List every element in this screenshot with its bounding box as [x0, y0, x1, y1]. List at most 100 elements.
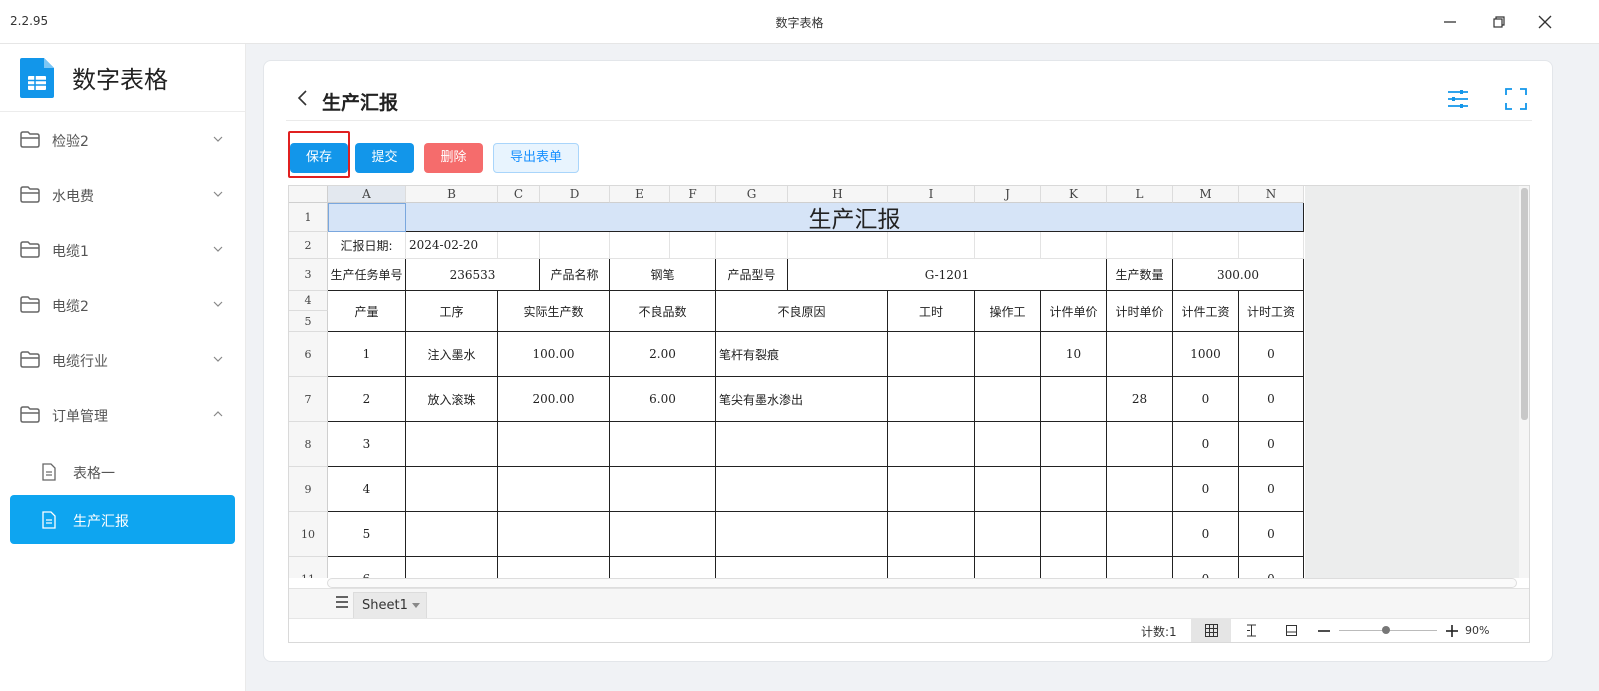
data-cell[interactable]	[975, 467, 1041, 512]
zoom-in-icon[interactable]	[1445, 624, 1459, 638]
data-cell[interactable]: 0	[1239, 377, 1304, 422]
table-header-cell[interactable]: 不良原因	[716, 291, 888, 332]
column-header[interactable]: J	[975, 186, 1041, 203]
date-label-cell[interactable]: 汇报日期:	[328, 232, 406, 259]
selected-cell-a1[interactable]	[328, 203, 406, 232]
data-cell[interactable]	[975, 332, 1041, 377]
data-cell[interactable]: 2	[328, 377, 406, 422]
data-cell[interactable]: 5	[328, 512, 406, 557]
column-header[interactable]: K	[1041, 186, 1107, 203]
column-header[interactable]: A	[328, 186, 406, 203]
row-header[interactable]: 11	[289, 557, 328, 578]
scrollbar-thumb[interactable]	[1521, 188, 1528, 420]
sheet-title-cell[interactable]: 生产汇报	[406, 203, 1304, 232]
row-header[interactable]: 1	[289, 203, 328, 232]
sidebar-subitem-table1[interactable]: 表格一	[10, 447, 235, 496]
data-cell[interactable]	[716, 467, 888, 512]
data-cell[interactable]	[716, 512, 888, 557]
page-layout-view-button[interactable]	[1271, 619, 1311, 642]
data-cell[interactable]	[888, 557, 975, 578]
table-header-cell[interactable]: 操作工	[975, 291, 1041, 332]
chevron-down-icon[interactable]	[212, 354, 224, 364]
product-label-cell[interactable]: 产品名称	[540, 259, 610, 291]
fullscreen-icon[interactable]	[1504, 87, 1528, 111]
submit-button[interactable]: 提交	[355, 143, 414, 173]
spreadsheet-grid[interactable]: ABCDEFGHIJKLMN1234567891011生产汇报汇报日期:2024…	[289, 186, 1305, 578]
data-cell[interactable]	[1107, 512, 1173, 557]
cell[interactable]	[788, 232, 888, 259]
data-cell[interactable]	[975, 512, 1041, 557]
sidebar-item[interactable]: 电缆2	[0, 277, 245, 332]
row-header[interactable]: 8	[289, 422, 328, 467]
row-header[interactable]: 5	[289, 311, 328, 332]
row-header[interactable]: 2	[289, 232, 328, 259]
column-header[interactable]: N	[1239, 186, 1304, 203]
data-cell[interactable]: 0	[1239, 467, 1304, 512]
table-header-cell[interactable]: 计时工资	[1239, 291, 1304, 332]
data-cell[interactable]	[1107, 467, 1173, 512]
task-label-cell[interactable]: 生产任务单号	[328, 259, 406, 291]
cell[interactable]	[498, 232, 540, 259]
data-cell[interactable]: 6	[328, 557, 406, 578]
data-cell[interactable]: 放入滚珠	[406, 377, 498, 422]
horizontal-scrollbar[interactable]	[327, 578, 1517, 588]
column-header[interactable]: M	[1173, 186, 1239, 203]
data-cell[interactable]	[406, 422, 498, 467]
data-cell[interactable]: 4	[328, 467, 406, 512]
table-header-cell[interactable]: 工时	[888, 291, 975, 332]
data-cell[interactable]: 6.00	[610, 377, 716, 422]
cell[interactable]	[1107, 232, 1173, 259]
zoom-slider-handle[interactable]	[1382, 626, 1390, 634]
data-cell[interactable]	[610, 467, 716, 512]
close-icon[interactable]	[1535, 12, 1555, 32]
back-arrow-icon[interactable]	[296, 88, 308, 108]
delete-button[interactable]: 删除	[424, 143, 483, 173]
data-cell[interactable]: 10	[1041, 332, 1107, 377]
data-cell[interactable]	[888, 512, 975, 557]
column-header[interactable]: E	[610, 186, 670, 203]
data-cell[interactable]	[888, 332, 975, 377]
data-cell[interactable]	[975, 557, 1041, 578]
sidebar-item[interactable]: 订单管理	[0, 387, 245, 442]
settings-sliders-icon[interactable]	[1446, 87, 1470, 111]
normal-view-button[interactable]	[1191, 619, 1231, 642]
column-header[interactable]: B	[406, 186, 498, 203]
column-header[interactable]: C	[498, 186, 540, 203]
select-all-corner[interactable]	[289, 186, 328, 203]
data-cell[interactable]: 100.00	[498, 332, 610, 377]
row-header[interactable]: 6	[289, 332, 328, 377]
sheet-tab[interactable]: Sheet1	[353, 592, 427, 619]
column-header[interactable]: D	[540, 186, 610, 203]
data-cell[interactable]	[610, 557, 716, 578]
data-cell[interactable]	[716, 557, 888, 578]
data-cell[interactable]	[498, 557, 610, 578]
table-header-cell[interactable]: 实际生产数	[498, 291, 610, 332]
data-cell[interactable]: 注入墨水	[406, 332, 498, 377]
data-cell[interactable]	[1041, 512, 1107, 557]
qty-label-cell[interactable]: 生产数量	[1107, 259, 1173, 291]
export-form-button[interactable]: 导出表单	[493, 143, 579, 173]
column-header[interactable]: L	[1107, 186, 1173, 203]
sidebar-item[interactable]: 检验2	[0, 112, 245, 167]
table-header-cell[interactable]: 产量	[328, 291, 406, 332]
data-cell[interactable]	[610, 422, 716, 467]
data-cell[interactable]: 0	[1173, 377, 1239, 422]
data-cell[interactable]: 2.00	[610, 332, 716, 377]
row-header[interactable]: 4	[289, 291, 328, 311]
product-value-cell[interactable]: 钢笔	[610, 259, 716, 291]
data-cell[interactable]: 笔尖有墨水渗出	[716, 377, 888, 422]
data-cell[interactable]	[888, 422, 975, 467]
model-value-cell[interactable]: G-1201	[788, 259, 1107, 291]
cell[interactable]	[1239, 232, 1304, 259]
table-header-cell[interactable]: 计件单价	[1041, 291, 1107, 332]
data-cell[interactable]	[498, 512, 610, 557]
sidebar-subitem-production-report[interactable]: 生产汇报	[10, 495, 235, 544]
table-header-cell[interactable]: 计时单价	[1107, 291, 1173, 332]
cell[interactable]	[716, 232, 788, 259]
data-cell[interactable]: 200.00	[498, 377, 610, 422]
qty-value-cell[interactable]: 300.00	[1173, 259, 1304, 291]
data-cell[interactable]: 1	[328, 332, 406, 377]
data-cell[interactable]	[1107, 557, 1173, 578]
table-header-cell[interactable]: 计件工资	[1173, 291, 1239, 332]
sidebar-item[interactable]: 水电费	[0, 167, 245, 222]
